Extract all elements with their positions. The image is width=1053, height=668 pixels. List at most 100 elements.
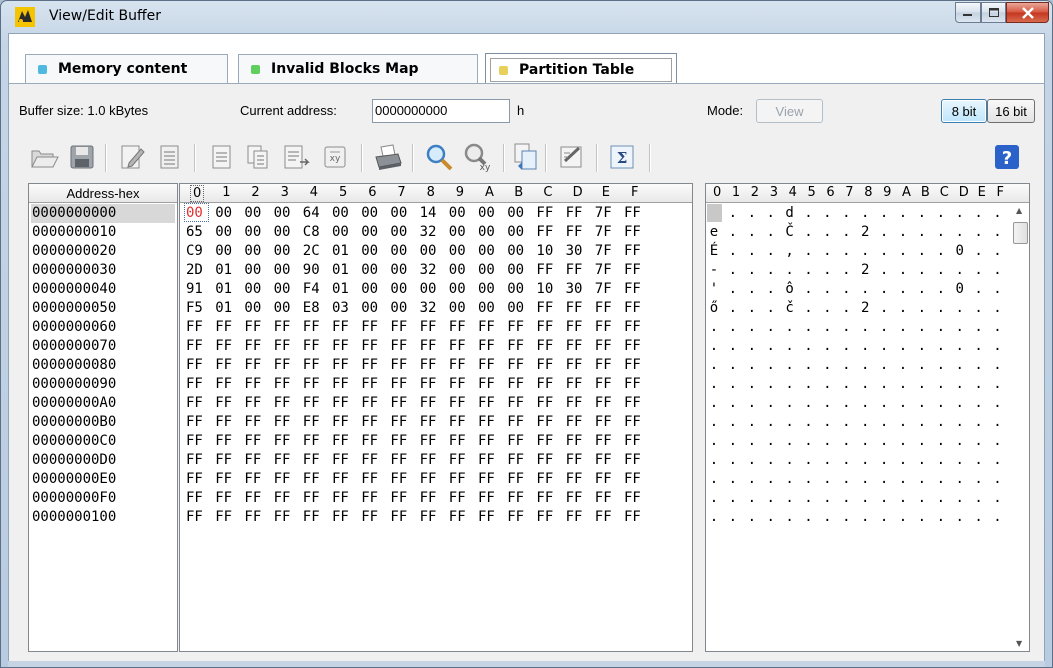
hex-byte[interactable]: FF	[478, 376, 495, 392]
ascii-char[interactable]: .	[894, 338, 912, 354]
hex-byte[interactable]: FF	[624, 414, 641, 430]
hex-byte[interactable]: FF	[215, 414, 232, 430]
hex-byte[interactable]: FF	[420, 319, 437, 335]
ascii-char[interactable]: .	[762, 395, 780, 411]
ascii-char[interactable]: .	[951, 471, 969, 487]
ascii-char[interactable]: .	[875, 262, 893, 278]
ascii-char[interactable]: .	[856, 414, 874, 430]
hex-byte[interactable]: FF	[449, 452, 466, 468]
address-row[interactable]: 0000000080	[31, 356, 116, 375]
ascii-char[interactable]: .	[705, 433, 723, 449]
hex-byte[interactable]: FF	[478, 452, 495, 468]
ascii-char[interactable]: .	[818, 205, 836, 221]
hex-byte[interactable]: FF	[566, 490, 583, 506]
ascii-char[interactable]: .	[856, 281, 874, 297]
ascii-char[interactable]: .	[837, 395, 855, 411]
ascii-char[interactable]: .	[705, 452, 723, 468]
ascii-char[interactable]: .	[951, 262, 969, 278]
ascii-char[interactable]: .	[724, 471, 742, 487]
ascii-char[interactable]: .	[837, 224, 855, 240]
hex-byte[interactable]: FF	[566, 300, 583, 316]
ascii-char[interactable]: .	[781, 357, 799, 373]
ascii-char[interactable]: .	[837, 300, 855, 316]
hex-byte[interactable]: FF	[361, 490, 378, 506]
ascii-char[interactable]: .	[818, 338, 836, 354]
hex-byte[interactable]: 90	[303, 262, 320, 278]
hex-byte[interactable]: FF	[420, 471, 437, 487]
hex-byte[interactable]: FF	[215, 433, 232, 449]
hex-byte[interactable]: FF	[332, 395, 349, 411]
hex-byte[interactable]: FF	[390, 471, 407, 487]
hex-byte[interactable]: FF	[244, 471, 261, 487]
help-button[interactable]: ?	[990, 140, 1024, 174]
hex-byte[interactable]: FF	[449, 357, 466, 373]
hex-byte[interactable]: FF	[536, 224, 553, 240]
hex-byte[interactable]: FF	[215, 376, 232, 392]
hex-byte[interactable]: 00	[244, 281, 261, 297]
hex-byte[interactable]: FF	[420, 509, 437, 525]
address-row[interactable]: 00000000D0	[31, 451, 116, 470]
ascii-char[interactable]: .	[837, 281, 855, 297]
ascii-char[interactable]: .	[818, 395, 836, 411]
hex-byte[interactable]: 00	[361, 262, 378, 278]
ascii-row[interactable]: ................	[706, 318, 1016, 337]
ascii-char[interactable]: .	[837, 205, 855, 221]
ascii-char[interactable]: .	[762, 205, 780, 221]
ascii-char[interactable]: .	[800, 471, 818, 487]
hex-byte[interactable]: FF	[478, 319, 495, 335]
close-button[interactable]	[1006, 2, 1049, 23]
ascii-char[interactable]: .	[781, 262, 799, 278]
hex-byte[interactable]: FF	[215, 471, 232, 487]
hex-byte[interactable]: FF	[420, 376, 437, 392]
hex-byte[interactable]: FF	[624, 452, 641, 468]
ascii-char[interactable]: .	[875, 319, 893, 335]
hex-byte[interactable]: FF	[420, 338, 437, 354]
ascii-char[interactable]: .	[989, 471, 1007, 487]
ascii-row[interactable]: ő...č...2.......	[706, 299, 1016, 318]
ascii-char[interactable]: .	[913, 357, 931, 373]
ascii-char[interactable]: .	[837, 433, 855, 449]
ascii-char[interactable]: ,	[781, 243, 799, 259]
ascii-char[interactable]: .	[932, 243, 950, 259]
hex-byte[interactable]: 00	[215, 224, 232, 240]
hex-byte[interactable]: FF	[303, 452, 320, 468]
hex-byte[interactable]: FF	[390, 357, 407, 373]
hex-byte[interactable]: FF	[215, 338, 232, 354]
ascii-char[interactable]: .	[989, 376, 1007, 392]
hex-byte[interactable]: FF	[361, 376, 378, 392]
hex-byte[interactable]: FF	[595, 490, 612, 506]
ascii-char[interactable]: .	[894, 205, 912, 221]
hex-byte[interactable]: 00	[507, 243, 524, 259]
hex-byte[interactable]: FF	[595, 357, 612, 373]
ascii-char[interactable]: .	[781, 490, 799, 506]
ascii-char[interactable]: .	[970, 452, 988, 468]
ascii-char[interactable]: .	[743, 262, 761, 278]
hex-byte[interactable]: 00	[274, 205, 291, 221]
ascii-char[interactable]: .	[762, 414, 780, 430]
ascii-char[interactable]: .	[970, 357, 988, 373]
ascii-char[interactable]: .	[818, 262, 836, 278]
ascii-char[interactable]: .	[913, 224, 931, 240]
hex-byte[interactable]: FF	[274, 490, 291, 506]
hex-byte[interactable]: FF	[536, 471, 553, 487]
hex-byte[interactable]: FF	[566, 452, 583, 468]
ascii-row[interactable]: É...,........0..	[706, 242, 1016, 261]
checklist-button[interactable]	[554, 140, 588, 174]
print-button[interactable]	[371, 140, 405, 174]
hex-byte[interactable]: FF	[595, 319, 612, 335]
ascii-char[interactable]: .	[837, 490, 855, 506]
hex-byte[interactable]: FF	[303, 509, 320, 525]
hex-byte[interactable]: FF	[332, 433, 349, 449]
ascii-char[interactable]: .	[913, 205, 931, 221]
ascii-char[interactable]: .	[800, 205, 818, 221]
ascii-char[interactable]: .	[913, 338, 931, 354]
ascii-char[interactable]: .	[932, 433, 950, 449]
ascii-char[interactable]: .	[894, 509, 912, 525]
ascii-char[interactable]: '	[705, 281, 723, 297]
hex-byte[interactable]: FF	[274, 414, 291, 430]
sum-button[interactable]: Σ	[605, 140, 639, 174]
address-row[interactable]: 00000000F0	[31, 489, 116, 508]
ascii-char[interactable]: .	[762, 433, 780, 449]
ascii-char[interactable]: .	[970, 376, 988, 392]
ascii-char[interactable]: .	[743, 471, 761, 487]
